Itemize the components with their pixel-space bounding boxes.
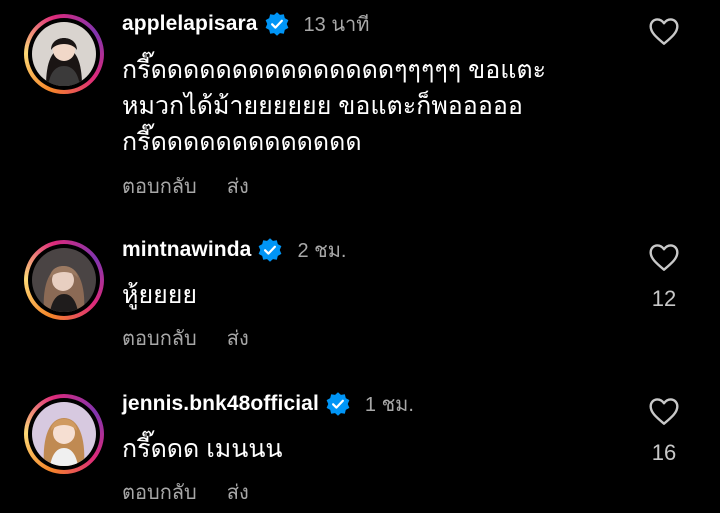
comment-timestamp: 13 นาที [303, 14, 370, 36]
username[interactable]: applelapisara [122, 12, 258, 36]
heart-outline-icon[interactable] [648, 16, 680, 46]
comment-text: กรี๊ดดด เมนนน [122, 435, 283, 463]
avatar-story-ring[interactable] [24, 14, 104, 94]
heart-outline-icon[interactable] [648, 242, 680, 272]
verified-badge-icon [265, 12, 288, 36]
like-count: 12 [651, 286, 677, 311]
comment-item: jennis.bnk48official 1 ชม. กรี๊ดดด เมนนน… [0, 384, 720, 513]
comment-timestamp: 2 ชม. [297, 240, 347, 262]
avatar-image [32, 248, 96, 312]
comment-text: หู้ยยยย [122, 281, 198, 309]
like-count: 16 [651, 440, 677, 465]
avatar-image [32, 402, 96, 466]
verified-badge-icon [259, 238, 282, 262]
send-button[interactable]: ส่ง [227, 476, 249, 508]
reply-button[interactable]: ตอบกลับ [122, 170, 197, 202]
heart-outline-icon[interactable] [648, 396, 680, 426]
avatar-story-ring[interactable] [24, 240, 104, 320]
comment-item: applelapisara 13 นาที กรี๊ดดดดดดดดดดดดดด… [0, 0, 720, 210]
avatar [32, 22, 96, 86]
verified-badge-icon [326, 392, 350, 416]
avatar [32, 402, 96, 466]
send-button[interactable]: ส่ง [227, 170, 249, 202]
comment-text: กรี๊ดดดดดดดดดดดดดดดๆๆๆๆๆ ขอแตะ หมวกได้ม้… [122, 56, 547, 156]
avatar-story-ring[interactable] [24, 394, 104, 474]
username[interactable]: mintnawinda [122, 238, 251, 262]
avatar [32, 248, 96, 312]
reply-button[interactable]: ตอบกลับ [122, 322, 197, 354]
send-button[interactable]: ส่ง [227, 322, 249, 354]
comment-item: mintnawinda 2 ชม. หู้ยยยย ตอบกลับ ส่ง 12 [0, 230, 720, 360]
reply-button[interactable]: ตอบกลับ [122, 476, 197, 508]
comment-timestamp: 1 ชม. [364, 394, 414, 416]
avatar-image [32, 22, 96, 86]
username[interactable]: jennis.bnk48official [122, 392, 319, 416]
comment-list: applelapisara 13 นาที กรี๊ดดดดดดดดดดดดดด… [0, 0, 720, 513]
